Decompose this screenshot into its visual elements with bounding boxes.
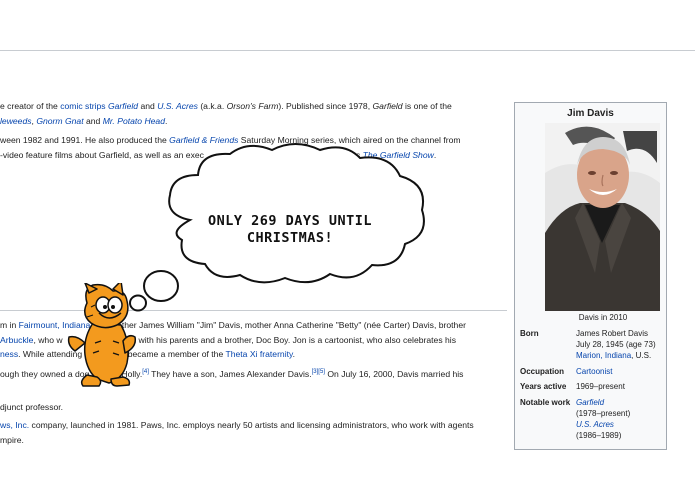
born-place: Marion, Indiana, U.S. [576,350,666,361]
text: e creator of the [0,101,61,111]
occupation-label: Occupation [520,367,565,376]
years-active-row: Years active 1969–present [520,381,666,393]
portrait-image [545,123,660,311]
link-orson-weeds[interactable]: leweeds [0,116,32,126]
born-name: James Robert Davis [576,329,649,338]
text: , U.S. [631,351,652,360]
text: ). Published since 1978, [278,101,373,111]
years-active-label: Years active [520,382,567,391]
text: They have a son, James Alexander Davis. [148,369,312,379]
citation-4[interactable]: [4] [142,369,149,375]
notable-work-label: Notable work [520,398,571,407]
notable-work-row: Notable work Garfield (1978–present) U.S… [520,397,666,447]
article-line: leweeds, Gnorm Gnat and Mr. Potato Head. [0,115,167,127]
work-years: (1978–present) [576,409,631,418]
text: and [138,101,158,111]
text: . [292,349,296,359]
text: n a farm with his parents and a brother,… [104,335,456,345]
link-paws-inc[interactable]: ws, Inc. [0,420,29,430]
article-line: mpire. [0,434,24,446]
born-date: July 28, 1945 (age 73) [576,340,656,349]
born-row: Born James Robert Davis July 28, 1945 (a… [520,328,666,362]
header-divider [0,50,695,51]
link-work-garfield[interactable]: Garfield [576,398,604,407]
infobox: Jim Davis Davis in 2010 Born James Rober… [514,102,667,450]
text: ween 1982 and 1991. He also produced the [0,135,170,145]
text: djunct professor. [0,402,64,412]
thought-line: CHRISTMAS! [246,230,334,246]
link-business[interactable]: ness [0,349,18,359]
born-value: James Robert Davis July 28, 1945 (age 73… [576,328,666,361]
garfield-character [67,283,137,387]
text: mpire. [0,435,24,445]
link-garfield[interactable]: Garfield [108,101,138,111]
text: and [83,116,103,126]
text: m in [0,320,19,330]
text: (a.k.a. [197,101,227,111]
years-active-value: 1969–present [576,382,625,391]
link-cartoonist[interactable]: Cartoonist [576,367,612,376]
infobox-title: Jim Davis [567,108,614,119]
text: Orson's Farm [226,101,279,111]
occupation-row: Occupation Cartoonist [520,366,666,378]
link-mr-potato-head[interactable]: Mr. Potato Head [103,116,165,126]
thought-line: ONLY 269 DAYS UNTIL [208,213,372,229]
link-marion-indiana[interactable]: Marion, Indiana [576,351,631,360]
portrait-photo[interactable] [545,123,660,311]
born-label: Born [520,329,539,338]
article-line: ness. While attending Bal, he became a m… [0,348,295,360]
link-jon-arbuckle[interactable]: Arbuckle [0,335,33,345]
link-theta-xi[interactable]: Theta Xi fraternity [225,349,292,359]
link-gnorm-gnat[interactable]: Gnorm Gnat [36,116,83,126]
link-us-acres[interactable]: U.S. Acres [157,101,198,111]
link-comic-strips[interactable]: comic strips [60,101,105,111]
article-line: djunct professor. [0,401,63,413]
text: , who w [33,335,63,345]
citation-3-5[interactable]: [3][5] [312,369,325,375]
notable-work-value: Garfield (1978–present) U.S. Acres (1986… [576,397,666,441]
work-years: (1986–1989) [576,431,622,440]
text: company, launched in 1981. Paws, Inc. em… [29,420,474,430]
thought-bubble-text: ONLY 269 DAYS UNTIL CHRISTMAS! [190,213,390,247]
photo-caption: Davis in 2010 [578,313,628,322]
link-work-us-acres[interactable]: U.S. Acres [576,420,614,429]
text: father James William "Jim" Davis, mother… [112,320,466,330]
article-line: e creator of the comic strips Garfield a… [0,100,452,112]
text: . [165,116,168,126]
text: . [433,150,437,160]
article-line: ws, Inc. company, launched in 1981. Paws… [0,419,474,431]
text: Garfield [372,101,403,111]
text: On July 16, 2000, Davis married his [324,369,464,379]
text: is one of the [402,101,452,111]
